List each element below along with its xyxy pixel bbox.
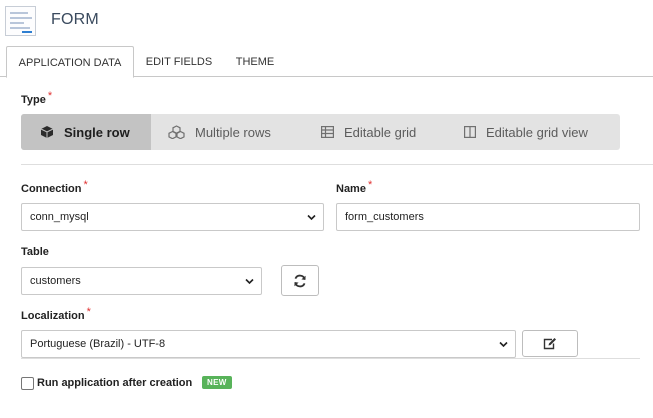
edit-localization-button[interactable] [522,330,578,357]
tab-theme[interactable]: THEME [226,46,284,77]
tab-application-data[interactable]: APPLICATION DATA [6,46,134,78]
refresh-icon [294,274,306,287]
tab-edit-fields[interactable]: EDIT FIELDS [139,46,219,77]
table-select[interactable]: customers [21,267,262,295]
required-mark: * [86,306,91,318]
type-segmented-control: Single row Multiple rows Editable grid E… [21,114,620,150]
name-label: Name * [336,179,372,195]
run-after-creation-checkbox[interactable] [21,377,34,390]
edit-icon [543,338,556,350]
page-title: FORM [51,11,99,28]
type-option-label: Editable grid [344,124,417,140]
type-option-label: Single row [64,124,130,140]
connection-label-text: Connection [21,183,82,195]
connection-select[interactable]: conn_mysql [21,203,324,231]
type-option-single-row[interactable]: Single row [21,114,151,150]
table-label: Table [21,246,49,258]
chevron-down-icon [307,214,316,221]
section-divider [21,358,640,359]
localization-label-text: Localization [21,310,85,322]
tab-bar: APPLICATION DATA EDIT FIELDS THEME [0,46,653,78]
section-divider [21,164,653,165]
type-option-editable-grid[interactable]: Editable grid [321,114,461,150]
type-option-editable-grid-view[interactable]: Editable grid view [464,114,620,150]
table-icon [321,126,334,138]
page-header: FORM [0,0,653,40]
type-label-text: Type [21,94,46,106]
connection-label: Connection * [21,179,88,195]
table-select-value: customers [30,275,81,287]
new-badge: NEW [202,376,232,389]
connection-select-value: conn_mysql [30,211,89,223]
type-label: Type * [21,90,52,106]
type-option-label: Editable grid view [486,124,588,140]
refresh-tables-button[interactable] [281,265,319,296]
chevron-down-icon [499,341,508,348]
type-option-label: Multiple rows [195,124,271,140]
columns-icon [464,126,476,138]
localization-select-value: Portuguese (Brazil) - UTF-8 [30,338,166,350]
name-label-text: Name [336,183,366,195]
required-mark: * [83,179,88,191]
localization-label: Localization * [21,306,91,322]
chevron-down-icon [245,278,254,285]
required-mark: * [367,179,373,191]
cube-icon [40,126,54,138]
required-mark: * [47,90,53,102]
localization-select[interactable]: Portuguese (Brazil) - UTF-8 [21,330,516,358]
name-input[interactable]: form_customers [336,203,640,231]
run-after-creation-label[interactable]: Run application after creation [37,377,192,389]
form-document-icon [5,6,36,36]
type-option-multiple-rows[interactable]: Multiple rows [168,114,318,150]
cubes-icon [168,125,185,139]
name-input-value: form_customers [345,211,424,223]
